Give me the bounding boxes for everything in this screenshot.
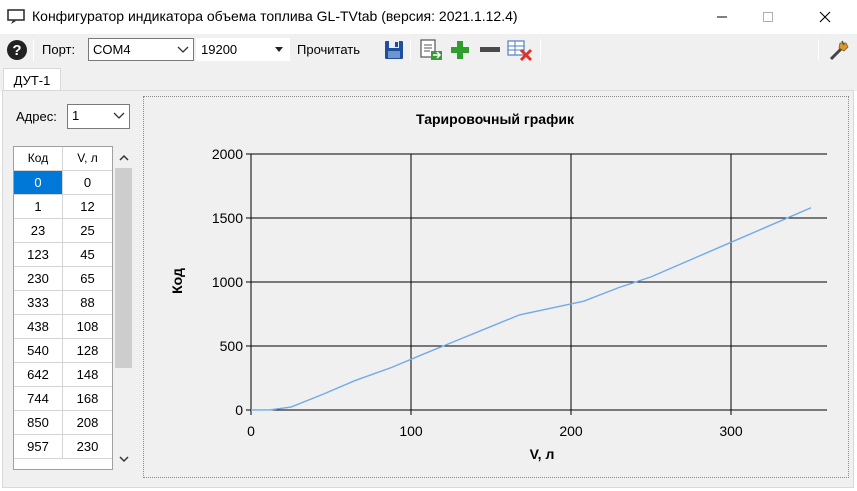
address-select[interactable]: 1 [67, 104, 130, 129]
svg-text:?: ? [12, 42, 21, 59]
table-header-row: Код V, л [14, 147, 112, 171]
column-header-volume[interactable]: V, л [63, 147, 112, 171]
cell-volume[interactable]: 25 [63, 219, 112, 243]
scroll-up-button[interactable] [115, 148, 132, 166]
table-row[interactable]: 1 12 [14, 195, 112, 219]
chevron-down-icon [111, 107, 127, 124]
address-label: Адрес: [16, 109, 57, 124]
cell-volume[interactable]: 168 [63, 387, 112, 411]
cell-code[interactable]: 540 [14, 339, 63, 363]
cell-volume[interactable]: 148 [63, 363, 112, 387]
clear-icon[interactable] [507, 38, 533, 62]
table-scrollbar[interactable] [113, 146, 133, 470]
cell-volume[interactable]: 88 [63, 291, 112, 315]
cell-volume[interactable]: 65 [63, 267, 112, 291]
cell-code[interactable]: 744 [14, 387, 63, 411]
cell-volume[interactable]: 12 [63, 195, 112, 219]
toolbar-separator [540, 39, 541, 61]
remove-icon[interactable] [478, 39, 502, 61]
table-row[interactable]: 540 128 [14, 339, 112, 363]
table-row[interactable]: 642 148 [14, 363, 112, 387]
cell-volume[interactable]: 230 [63, 435, 112, 459]
minimize-icon [717, 16, 727, 18]
cell-volume[interactable]: 128 [63, 339, 112, 363]
chevron-down-icon [175, 41, 191, 58]
app-icon [7, 9, 25, 24]
table-row[interactable]: 123 45 [14, 243, 112, 267]
table-row[interactable]: 333 88 [14, 291, 112, 315]
toolbar-separator [410, 39, 411, 61]
close-button[interactable] [802, 0, 848, 34]
cell-code[interactable]: 230 [14, 267, 63, 291]
cell-volume[interactable]: 208 [63, 411, 112, 435]
save-icon[interactable] [383, 39, 405, 61]
cell-code[interactable]: 438 [14, 315, 63, 339]
cell-volume[interactable]: 45 [63, 243, 112, 267]
cell-volume[interactable]: 0 [63, 171, 112, 195]
title-bar: Конфигуратор индикатора объема топлива G… [0, 0, 857, 34]
table-row[interactable]: 23 25 [14, 219, 112, 243]
scroll-thumb[interactable] [115, 168, 132, 368]
cell-code[interactable]: 123 [14, 243, 63, 267]
cell-code[interactable]: 957 [14, 435, 63, 459]
cell-code[interactable]: 0 [14, 171, 63, 195]
baud-select[interactable]: 19200 [196, 38, 290, 61]
tab-dut-1[interactable]: ДУТ-1 [3, 68, 61, 92]
tab-strip: ДУТ-1 [0, 66, 857, 92]
chart-panel [143, 96, 849, 478]
cell-code[interactable]: 23 [14, 219, 63, 243]
minimize-button[interactable] [699, 0, 745, 34]
cell-code[interactable]: 850 [14, 411, 63, 435]
window-title: Конфигуратор индикатора объема топлива G… [32, 8, 518, 24]
table-row[interactable]: 00 [14, 171, 112, 195]
calibration-table[interactable]: Код V, л 0 0 1 12 23 25 123 45 230 65 333 88 438 108 5… [13, 146, 113, 470]
close-icon [819, 11, 831, 23]
read-button[interactable]: Прочитать [297, 42, 360, 57]
cell-volume[interactable]: 108 [63, 315, 112, 339]
chevron-down-icon [118, 455, 129, 462]
port-value: COM4 [93, 42, 131, 57]
help-icon[interactable]: ? [6, 39, 28, 61]
import-icon[interactable] [419, 39, 443, 61]
address-value: 1 [72, 108, 80, 123]
toolbar: ? Порт: COM4 19200 Прочитать [0, 34, 857, 66]
dropdown-arrow-icon [271, 41, 287, 58]
add-icon[interactable] [449, 39, 471, 61]
settings-icon[interactable] [827, 39, 851, 61]
column-header-code[interactable]: Код [14, 147, 63, 171]
table-row[interactable]: 230 65 [14, 267, 112, 291]
cell-code[interactable]: 1 [14, 195, 63, 219]
baud-value: 19200 [201, 42, 238, 57]
maximize-icon [763, 12, 773, 22]
cell-code[interactable]: 333 [14, 291, 63, 315]
table-row[interactable]: 850 208 [14, 411, 112, 435]
port-select[interactable]: COM4 [88, 38, 194, 61]
table-row[interactable]: 744 168 [14, 387, 112, 411]
maximize-button[interactable] [745, 0, 791, 34]
toolbar-separator [818, 39, 819, 61]
port-label: Порт: [42, 42, 76, 57]
chevron-up-icon [118, 154, 129, 161]
table-row[interactable]: 438 108 [14, 315, 112, 339]
cell-code[interactable]: 642 [14, 363, 63, 387]
scroll-down-button[interactable] [115, 450, 132, 468]
toolbar-separator [33, 39, 34, 61]
table-row[interactable]: 957 230 [14, 435, 112, 459]
